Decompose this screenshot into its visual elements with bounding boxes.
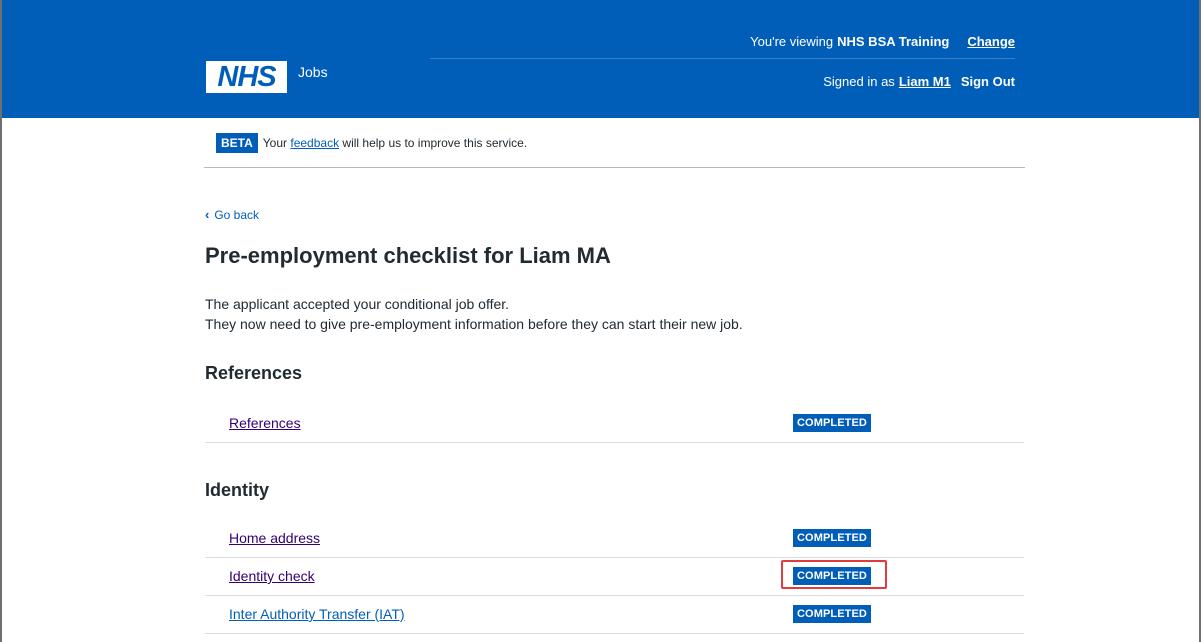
go-back-label: Go back xyxy=(214,207,260,222)
header-inner: You're viewing NHS BSA Training Change N… xyxy=(206,0,1015,118)
intro-line-1: The applicant accepted your conditional … xyxy=(205,296,510,312)
beta-tag: BETA xyxy=(216,132,258,153)
task-link-references[interactable]: References xyxy=(229,415,301,431)
nhs-logo-text: NHS xyxy=(217,60,276,93)
intro-line-2: They now need to give pre-employment inf… xyxy=(205,316,743,332)
page-title: Pre-employment checklist for Liam MA xyxy=(205,243,611,268)
logo-home-link[interactable]: NHS Jobs xyxy=(206,61,328,93)
task-row-references: References COMPLETED xyxy=(205,405,1024,443)
beta-banner: BETA Your feedback will help us to impro… xyxy=(204,118,1025,168)
task-row-identity-check: Identity check COMPLETED xyxy=(205,558,1024,596)
user-account-link[interactable]: Liam M1 xyxy=(899,74,951,89)
chevron-left-icon: ‹ xyxy=(205,207,210,222)
go-back-link[interactable]: ‹ Go back xyxy=(205,207,259,222)
section-heading-identity: Identity xyxy=(205,480,270,500)
task-link-inter-authority-transfer[interactable]: Inter Authority Transfer (IAT) xyxy=(229,606,405,622)
organisation-name: NHS BSA Training xyxy=(837,33,950,49)
signed-in-prefix: Signed in as xyxy=(823,73,895,89)
organisation-row: You're viewing NHS BSA Training Change xyxy=(750,31,1015,51)
intro-text: The applicant accepted your conditional … xyxy=(205,294,743,334)
nhs-logo: NHS xyxy=(206,61,287,93)
viewing-prefix: You're viewing xyxy=(750,33,834,49)
beta-text-before: Your xyxy=(262,135,288,150)
change-organisation-link[interactable]: Change xyxy=(967,34,1015,49)
task-link-identity-check[interactable]: Identity check xyxy=(229,568,315,584)
task-row-iat: Inter Authority Transfer (IAT) COMPLETED xyxy=(205,596,1024,634)
service-name: Jobs xyxy=(298,64,328,80)
highlight-box xyxy=(781,560,887,589)
section-heading-references: References xyxy=(205,363,303,383)
task-row-home-address: Home address COMPLETED xyxy=(205,520,1024,558)
status-tag: COMPLETED xyxy=(793,529,871,547)
feedback-link[interactable]: feedback xyxy=(290,136,339,150)
header-divider xyxy=(430,58,1015,59)
status-tag: COMPLETED xyxy=(793,414,871,432)
site-header: You're viewing NHS BSA Training Change N… xyxy=(2,0,1199,118)
status-tag: COMPLETED xyxy=(793,605,871,623)
beta-text-after: will help us to improve this service. xyxy=(342,135,528,150)
beta-text: Your feedback will help us to improve th… xyxy=(263,136,527,150)
account-row: Signed in as Liam M1 Sign Out xyxy=(823,71,1015,91)
sign-out-link[interactable]: Sign Out xyxy=(961,74,1015,89)
task-link-home-address[interactable]: Home address xyxy=(229,530,320,546)
